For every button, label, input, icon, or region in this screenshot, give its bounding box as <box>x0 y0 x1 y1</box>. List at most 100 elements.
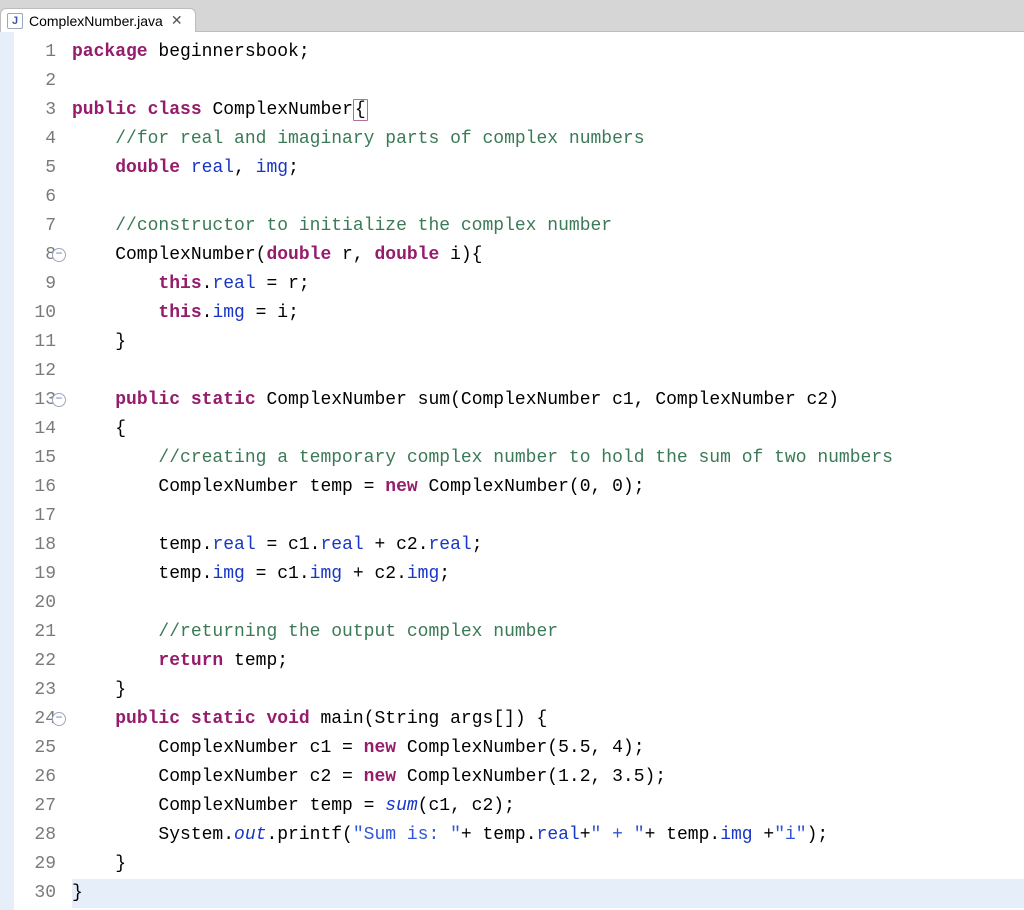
code-token <box>180 390 191 410</box>
line-number[interactable]: 21 <box>14 618 62 647</box>
line-number[interactable]: 8− <box>14 241 62 270</box>
code-line[interactable]: package beginnersbook; <box>72 38 1024 67</box>
code-line[interactable]: ComplexNumber temp = sum(c1, c2); <box>72 792 1024 821</box>
line-number[interactable]: 16 <box>14 473 62 502</box>
line-number[interactable]: 3 <box>14 96 62 125</box>
code-line[interactable]: System.out.printf("Sum is: "+ temp.real+… <box>72 821 1024 850</box>
line-number[interactable]: 18 <box>14 531 62 560</box>
line-number[interactable]: 23 <box>14 676 62 705</box>
code-token: real <box>320 535 363 555</box>
line-number[interactable]: 22 <box>14 647 62 676</box>
editor-tab[interactable]: J ComplexNumber.java ✕ <box>0 8 196 32</box>
code-line[interactable]: public static ComplexNumber sum(ComplexN… <box>72 386 1024 415</box>
code-line[interactable]: temp.img = c1.img + c2.img; <box>72 560 1024 589</box>
line-number[interactable]: 25 <box>14 734 62 763</box>
line-number[interactable]: 26 <box>14 763 62 792</box>
code-line[interactable]: //creating a temporary complex number to… <box>72 444 1024 473</box>
code-token: //constructor to initialize the complex … <box>115 216 612 236</box>
code-token: package <box>72 42 148 62</box>
line-number[interactable]: 27 <box>14 792 62 821</box>
code-line[interactable]: temp.real = c1.real + c2.real; <box>72 531 1024 560</box>
line-number[interactable]: 5 <box>14 154 62 183</box>
code-token: img <box>212 564 244 584</box>
code-token: this <box>158 274 201 294</box>
line-number[interactable]: 24− <box>14 705 62 734</box>
line-number[interactable]: 14 <box>14 415 62 444</box>
line-number[interactable]: 30 <box>14 879 62 908</box>
code-token: + <box>753 825 775 845</box>
line-number[interactable]: 11 <box>14 328 62 357</box>
line-number[interactable]: 17 <box>14 502 62 531</box>
code-line[interactable]: } <box>72 328 1024 357</box>
code-line[interactable] <box>72 589 1024 618</box>
code-line[interactable]: ComplexNumber temp = new ComplexNumber(0… <box>72 473 1024 502</box>
code-line[interactable]: public static void main(String args[]) { <box>72 705 1024 734</box>
code-token: public <box>115 390 180 410</box>
code-token <box>72 651 158 671</box>
code-line[interactable]: return temp; <box>72 647 1024 676</box>
code-line[interactable]: ComplexNumber c2 = new ComplexNumber(1.2… <box>72 763 1024 792</box>
line-number[interactable]: 12 <box>14 357 62 386</box>
code-line[interactable]: } <box>72 676 1024 705</box>
code-token: = c1. <box>245 564 310 584</box>
line-number[interactable]: 9 <box>14 270 62 299</box>
code-line[interactable]: } <box>72 850 1024 879</box>
code-line[interactable]: public class ComplexNumber{ <box>72 96 1024 125</box>
code-token: . <box>202 274 213 294</box>
code-token: public <box>72 100 137 120</box>
code-line[interactable] <box>72 183 1024 212</box>
code-token: + c2. <box>342 564 407 584</box>
code-token <box>72 448 158 468</box>
fold-toggle-icon[interactable]: − <box>52 393 66 407</box>
code-token <box>72 303 158 323</box>
line-number[interactable]: 28 <box>14 821 62 850</box>
code-line[interactable] <box>72 502 1024 531</box>
code-line[interactable]: ComplexNumber c1 = new ComplexNumber(5.5… <box>72 734 1024 763</box>
code-token: sum <box>385 796 417 816</box>
code-line[interactable]: { <box>72 415 1024 444</box>
tab-bar: J ComplexNumber.java ✕ <box>0 0 1024 32</box>
code-line[interactable]: double real, img; <box>72 154 1024 183</box>
code-token: ; <box>472 535 483 555</box>
code-line[interactable]: //returning the output complex number <box>72 618 1024 647</box>
fold-toggle-icon[interactable]: − <box>52 248 66 262</box>
code-area[interactable]: package beginnersbook; public class Compl… <box>62 32 1024 910</box>
code-line[interactable]: //for real and imaginary parts of comple… <box>72 125 1024 154</box>
line-number-gutter[interactable]: 12345678−910111213−141516171819202122232… <box>14 32 62 910</box>
code-token: ComplexNumber(1.2, 3.5); <box>396 767 666 787</box>
line-number[interactable]: 19 <box>14 560 62 589</box>
code-token: static <box>191 390 256 410</box>
line-number[interactable]: 2 <box>14 67 62 96</box>
line-number[interactable]: 13− <box>14 386 62 415</box>
code-token <box>72 129 115 149</box>
code-line[interactable]: //constructor to initialize the complex … <box>72 212 1024 241</box>
code-line[interactable] <box>72 67 1024 96</box>
code-token: temp. <box>72 535 212 555</box>
close-icon[interactable]: ✕ <box>169 12 185 29</box>
line-number[interactable]: 29 <box>14 850 62 879</box>
line-number[interactable]: 10 <box>14 299 62 328</box>
line-number[interactable]: 15 <box>14 444 62 473</box>
code-token: ComplexNumber c2 = <box>72 767 364 787</box>
code-token: return <box>158 651 223 671</box>
code-token: } <box>72 883 83 903</box>
code-line[interactable]: this.real = r; <box>72 270 1024 299</box>
code-token: + <box>580 825 591 845</box>
code-token: real <box>429 535 472 555</box>
code-editor[interactable]: 12345678−910111213−141516171819202122232… <box>0 32 1024 910</box>
code-token: new <box>364 767 396 787</box>
code-token: img <box>256 158 288 178</box>
code-token: public <box>115 709 180 729</box>
code-line[interactable]: this.img = i; <box>72 299 1024 328</box>
line-number[interactable]: 4 <box>14 125 62 154</box>
code-token: main(String args[]) { <box>310 709 548 729</box>
line-number[interactable]: 20 <box>14 589 62 618</box>
code-token: real <box>191 158 234 178</box>
line-number[interactable]: 1 <box>14 38 62 67</box>
line-number[interactable]: 7 <box>14 212 62 241</box>
code-line[interactable]: ComplexNumber(double r, double i){ <box>72 241 1024 270</box>
fold-toggle-icon[interactable]: − <box>52 712 66 726</box>
line-number[interactable]: 6 <box>14 183 62 212</box>
code-line[interactable] <box>72 357 1024 386</box>
code-line[interactable]: } <box>72 879 1024 908</box>
